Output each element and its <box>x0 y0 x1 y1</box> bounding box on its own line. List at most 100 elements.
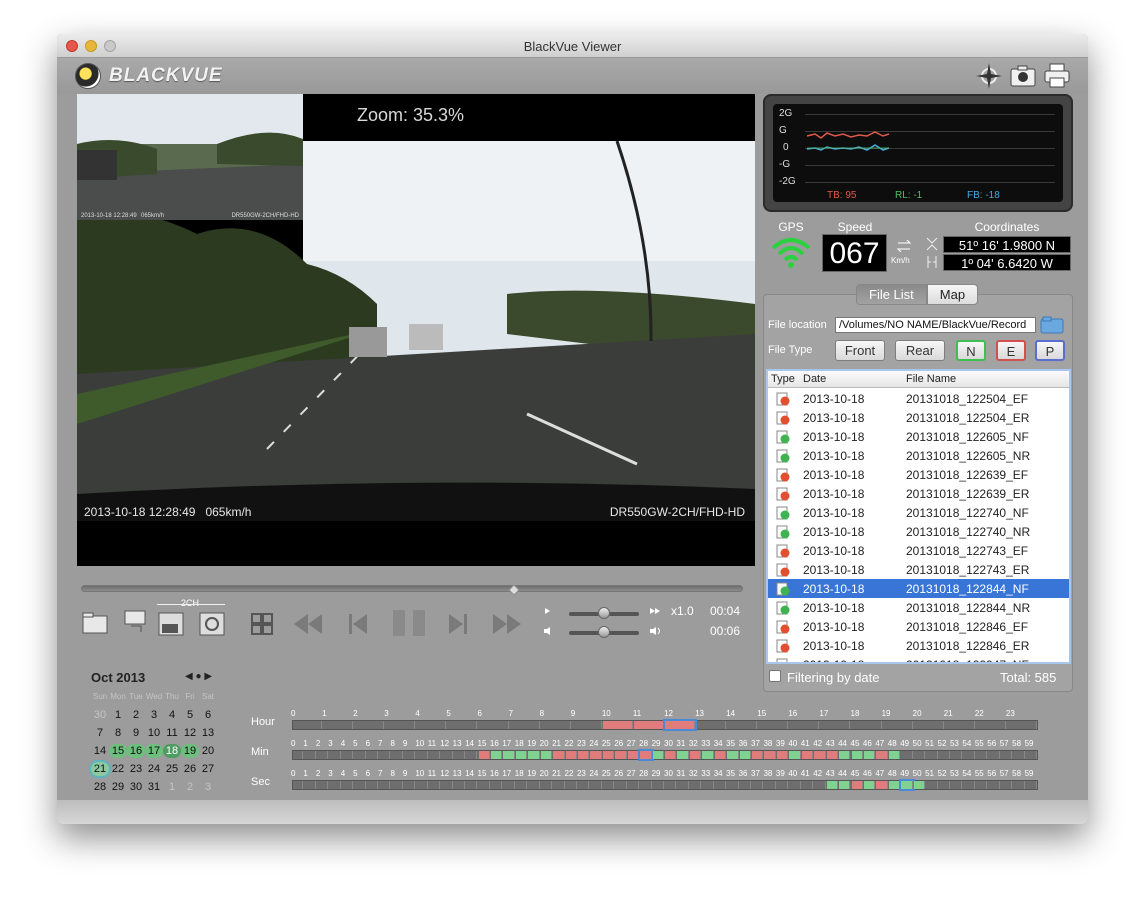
next-file-icon[interactable] <box>447 612 469 636</box>
camera-icon[interactable] <box>1009 62 1037 90</box>
timeline-slot[interactable] <box>976 781 988 789</box>
timeline-slot[interactable] <box>553 751 565 759</box>
timeline-slot[interactable] <box>416 751 428 759</box>
calendar-day[interactable]: 23 <box>127 762 145 776</box>
timeline-slot[interactable] <box>553 781 565 789</box>
timeline-slot[interactable] <box>702 751 714 759</box>
timeline-slot[interactable] <box>304 781 316 789</box>
timeline-slot[interactable] <box>385 721 416 729</box>
calendar-day[interactable]: 30 <box>127 780 145 794</box>
calendar-day[interactable]: 28 <box>91 780 109 794</box>
calendar-day[interactable]: 12 <box>181 726 199 740</box>
timeline-slot[interactable] <box>851 781 863 789</box>
tab-map[interactable]: Map <box>926 284 979 305</box>
timeline-slot[interactable] <box>677 781 689 789</box>
calendar-day[interactable]: 29 <box>109 780 127 794</box>
parking-filter-button[interactable]: P <box>1035 340 1065 361</box>
timeline-slot[interactable] <box>826 751 839 759</box>
first-file-icon[interactable] <box>292 612 324 636</box>
timeline-slot[interactable] <box>852 721 882 729</box>
calendar-day[interactable]: 31 <box>145 780 163 794</box>
event-filter-button[interactable]: E <box>996 340 1026 361</box>
timeline-slot[interactable] <box>528 781 540 789</box>
timeline-slot[interactable] <box>727 721 758 729</box>
file-row[interactable]: 2013-10-18 20131018_122846_EF <box>768 617 1069 636</box>
timeline-slot[interactable] <box>702 781 714 789</box>
unit-toggle-icon[interactable] <box>897 240 911 252</box>
calendar-day[interactable]: 5 <box>181 708 199 722</box>
timeline-slot[interactable] <box>354 751 366 759</box>
timeline-slot[interactable] <box>789 721 820 729</box>
timeline-slot[interactable] <box>914 751 926 759</box>
timeline-slot[interactable] <box>491 781 503 789</box>
browse-folder-icon[interactable] <box>1040 316 1064 334</box>
calendar-day[interactable]: 17 <box>145 744 163 758</box>
calendar-day[interactable]: 1 <box>109 708 127 722</box>
timeline-slot[interactable] <box>633 721 664 729</box>
timeline-slot[interactable] <box>379 751 391 759</box>
timeline-slot[interactable] <box>665 751 677 759</box>
timeline-slot[interactable] <box>354 781 366 789</box>
timeline-slot[interactable] <box>615 781 627 789</box>
timeline-slot[interactable] <box>602 751 615 759</box>
timeline-slot[interactable] <box>379 781 391 789</box>
pause-icon[interactable] <box>391 608 427 638</box>
timeline-slot[interactable] <box>752 751 764 759</box>
calendar-day[interactable]: 24 <box>145 762 163 776</box>
timeline-slot[interactable] <box>317 781 329 789</box>
open-folder-icon[interactable] <box>81 610 111 636</box>
timeline-slot[interactable] <box>758 721 789 729</box>
tab-file-list[interactable]: File List <box>856 284 927 305</box>
column-type[interactable]: Type <box>771 373 795 385</box>
timeline-slot[interactable] <box>939 781 950 789</box>
timeline-slot[interactable] <box>503 751 515 759</box>
timeline-slot[interactable] <box>541 781 553 789</box>
file-row[interactable]: 2013-10-18 20131018_122743_ER <box>768 560 1069 579</box>
timeline-slot[interactable] <box>292 781 304 789</box>
normal-filter-button[interactable]: N <box>956 340 986 361</box>
timeline-slot[interactable] <box>876 751 888 759</box>
timeline-slot[interactable] <box>1001 781 1013 789</box>
timeline-slot[interactable] <box>714 751 727 759</box>
timeline-slot[interactable] <box>652 751 664 759</box>
timeline-slot[interactable] <box>317 751 329 759</box>
timeline-slot[interactable] <box>429 781 441 789</box>
timeline-slot[interactable] <box>528 751 540 759</box>
next-month-button[interactable]: ▶ <box>204 671 212 682</box>
front-filter-button[interactable]: Front <box>835 340 885 361</box>
file-row[interactable]: 2013-10-18 20131018_122947_NF <box>768 655 1069 662</box>
timeline-slot[interactable] <box>478 751 490 759</box>
timeline-slot[interactable] <box>764 751 776 759</box>
timeline-slot[interactable] <box>615 751 627 759</box>
timeline-slot[interactable] <box>689 751 702 759</box>
column-file-name[interactable]: File Name <box>906 373 956 385</box>
timeline-slot[interactable] <box>913 781 926 789</box>
pip-layout-icon[interactable] <box>158 612 184 636</box>
calendar-day[interactable]: 15 <box>109 744 127 758</box>
timeline-slot[interactable] <box>541 721 571 729</box>
timeline-slot[interactable] <box>441 751 453 759</box>
timeline-slot[interactable] <box>883 721 913 729</box>
timeline-slot[interactable] <box>367 781 379 789</box>
timeline-slot[interactable] <box>988 781 1000 789</box>
calendar-day[interactable]: 7 <box>91 726 109 740</box>
file-row[interactable]: 2013-10-18 20131018_122605_NF <box>768 427 1069 446</box>
timeline-slot[interactable] <box>988 751 1000 759</box>
timeline-slot[interactable] <box>926 781 938 789</box>
timeline-slot[interactable] <box>801 751 814 759</box>
calendar-day[interactable]: 3 <box>199 780 217 794</box>
prev-month-button[interactable]: ◀ <box>185 671 193 682</box>
timeline-slot[interactable] <box>888 781 901 789</box>
timeline-slot[interactable] <box>441 781 453 789</box>
calendar-day[interactable]: 13 <box>199 726 217 740</box>
calendar-day[interactable]: 19 <box>181 744 199 758</box>
timeline-slot[interactable] <box>851 751 863 759</box>
timeline-slot[interactable] <box>391 751 403 759</box>
timeline-slot[interactable] <box>602 721 633 729</box>
calendar-day[interactable]: 8 <box>109 726 127 740</box>
file-row[interactable]: 2013-10-18 20131018_122504_ER <box>768 408 1069 427</box>
timeline-slot[interactable] <box>516 781 528 789</box>
timeline-slot[interactable] <box>454 751 466 759</box>
current-month-button[interactable]: ● <box>195 671 201 682</box>
timeline-slot[interactable] <box>951 781 963 789</box>
